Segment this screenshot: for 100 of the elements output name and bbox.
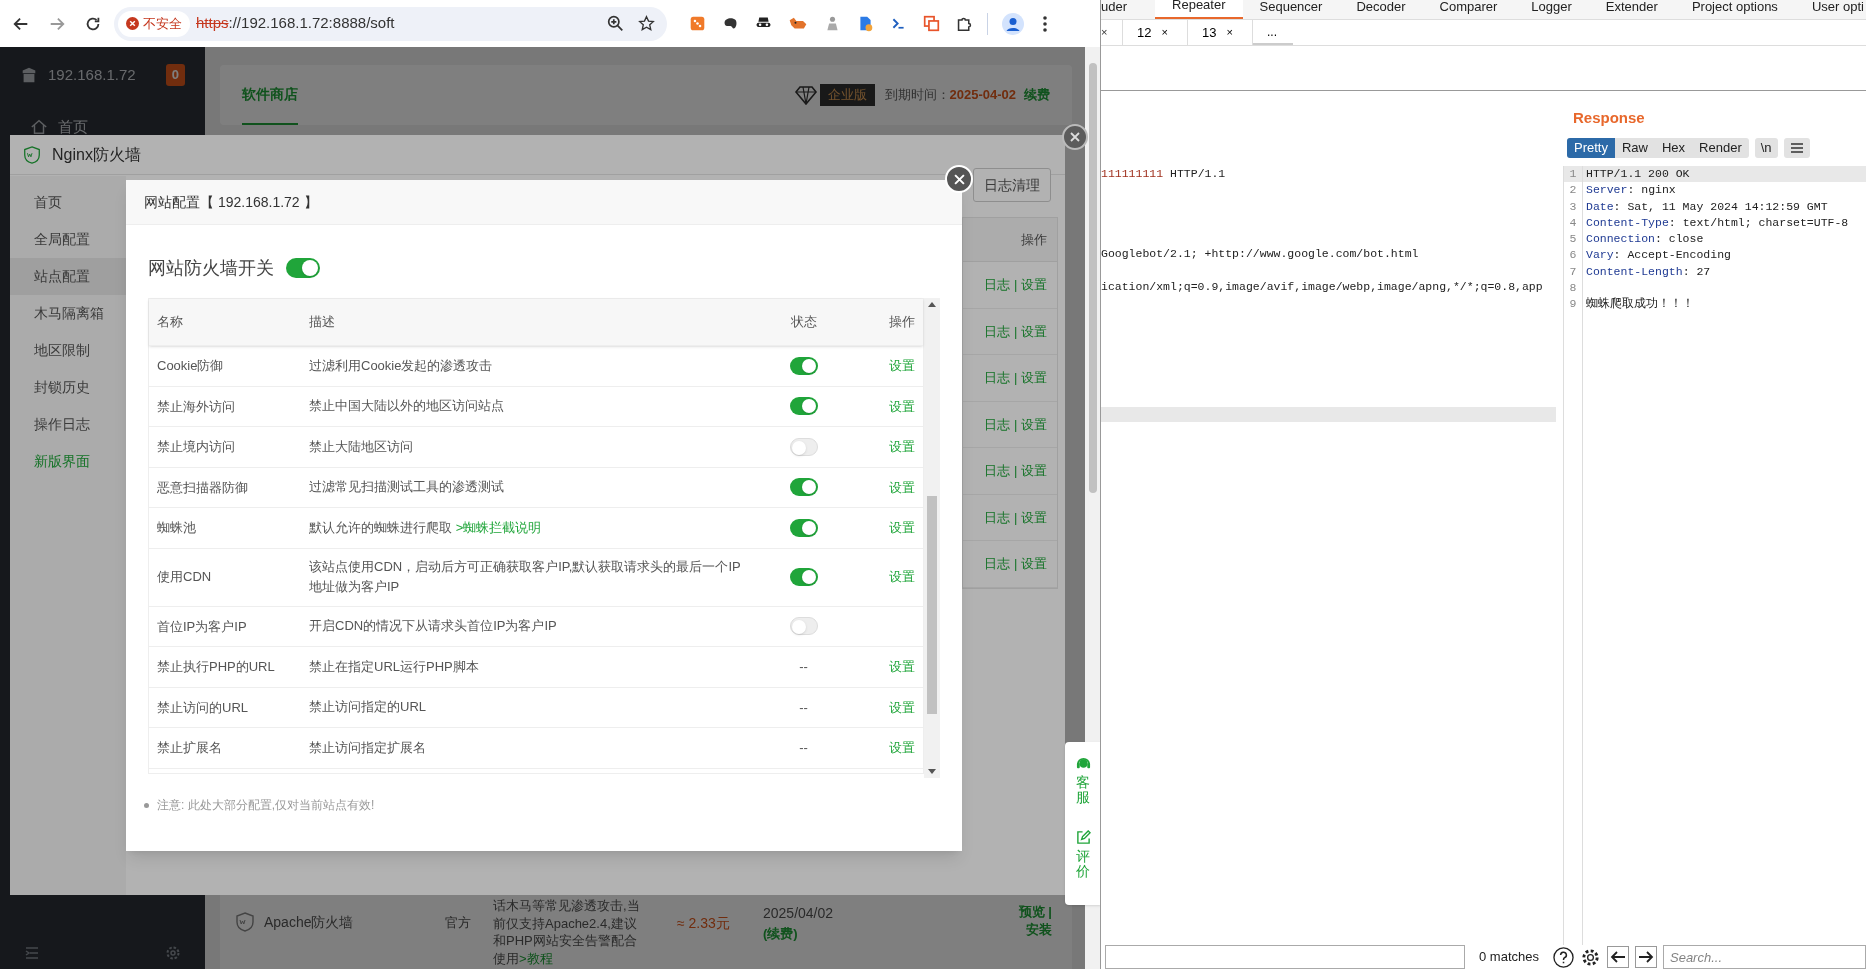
menu-item[interactable]: 全局配置	[10, 221, 126, 258]
edition-badge: 企业版	[819, 84, 875, 106]
toggle-switch[interactable]	[286, 258, 320, 278]
view-tab[interactable]: Render	[1692, 138, 1749, 158]
right-arrow-icon	[1638, 950, 1654, 964]
toggle-switch[interactable]	[789, 437, 818, 456]
tool-tab[interactable]: User opti	[1794, 0, 1866, 19]
plugin-expiry: 2025/04/02	[763, 904, 835, 923]
settings-icon[interactable]	[1580, 946, 1601, 968]
line-number: 5	[1568, 231, 1578, 248]
view-tab[interactable]: Pretty	[1567, 138, 1615, 158]
squares-icon[interactable]	[923, 15, 940, 32]
help-link[interactable]: >蜘蛛拦截说明	[455, 519, 542, 535]
newline-button[interactable]: \n	[1754, 138, 1778, 158]
row-actions[interactable]: 日志 | 设置	[984, 507, 1047, 527]
request-tab[interactable]: 13 ×	[1188, 20, 1253, 45]
toggle-switch[interactable]	[789, 617, 818, 636]
row-actions[interactable]: 日志 | 设置	[984, 368, 1047, 388]
menu-item[interactable]: 地区限制	[10, 332, 126, 369]
profile-avatar[interactable]	[1002, 12, 1024, 35]
settings-link[interactable]: 设置	[889, 569, 915, 585]
nav-item[interactable]: 首页	[58, 115, 88, 139]
clear-log-button[interactable]: 日志清理	[973, 168, 1051, 202]
star-icon[interactable]	[638, 15, 655, 32]
request-tab[interactable]: 12 ×	[1123, 20, 1188, 45]
expiry-label: 到期时间：	[884, 86, 950, 105]
tool-tab[interactable]: uder	[1101, 0, 1156, 19]
table-scrollbar[interactable]	[924, 298, 940, 778]
toggle-switch[interactable]	[789, 356, 818, 375]
toggle-switch[interactable]	[789, 478, 818, 497]
tool-tab[interactable]: Decoder	[1339, 0, 1423, 19]
row-actions[interactable]: 日志 | 设置	[984, 554, 1047, 574]
menu-item[interactable]: 封锁历史	[10, 369, 126, 406]
row-actions[interactable]: 日志 | 设置	[984, 275, 1047, 295]
cube-icon[interactable]	[689, 15, 706, 32]
code-line: Connection: close	[1585, 231, 1704, 248]
close-button[interactable]	[1062, 124, 1088, 150]
puzzle-icon[interactable]	[956, 15, 973, 32]
close-icon[interactable]: ×	[1226, 24, 1233, 41]
headset-icon[interactable]	[1075, 756, 1091, 771]
edit-icon[interactable]	[1075, 829, 1091, 845]
previous-button[interactable]	[1607, 946, 1629, 968]
next-button[interactable]	[1635, 946, 1657, 968]
row-actions[interactable]: 日志 | 设置	[984, 321, 1047, 341]
code-line: HTTP/1.1 200 OK	[1585, 166, 1690, 182]
settings-link[interactable]: 设置	[889, 520, 915, 535]
settings-link[interactable]: 设置	[889, 439, 915, 454]
rule-description: 禁止中国大陆以外的地区访问站点	[308, 397, 505, 416]
settings-link[interactable]: 设置	[889, 479, 915, 495]
view-tab[interactable]: Raw	[1614, 138, 1655, 158]
row-actions[interactable]: 日志 | 设置	[984, 461, 1047, 481]
tool-tab[interactable]: Project options	[1674, 0, 1795, 19]
widget-label[interactable]: 客服	[1076, 775, 1090, 806]
fox-icon[interactable]	[788, 15, 808, 32]
menu-item[interactable]: 新版界面	[10, 443, 126, 480]
settings-link[interactable]: 设置	[889, 740, 915, 755]
address-bar[interactable]: 不安全 https://192.168.1.72:8888/soft	[114, 6, 667, 41]
menu-item[interactable]: 操作日志	[10, 406, 126, 443]
rule-name: 禁止境内访问	[156, 438, 236, 456]
rule-description: 过滤利用Cookie发起的渗透攻击	[308, 356, 494, 375]
settings-link[interactable]: 设置	[889, 398, 915, 414]
line-number: 1	[1568, 166, 1578, 182]
rule-name: 恶意扫描器防御	[156, 478, 249, 497]
menu-button[interactable]	[1783, 138, 1810, 158]
left-arrow-icon	[1610, 950, 1626, 964]
widget-label[interactable]: 评价	[1076, 848, 1090, 880]
close-icon[interactable]: ×	[1101, 24, 1108, 41]
code-line: Googlebot/2.1; +http://www.google.com/bot.html	[1101, 246, 1420, 262]
menu-icon[interactable]	[1042, 14, 1048, 33]
toggle-switch[interactable]	[789, 568, 818, 586]
toggle-switch[interactable]	[789, 518, 818, 537]
tool-tab[interactable]: Logger	[1514, 0, 1589, 19]
security-chip[interactable]: 不安全	[118, 10, 190, 37]
status-text: --	[799, 658, 808, 676]
tool-tab[interactable]: Repeater	[1155, 0, 1243, 19]
close-icon[interactable]: ×	[1161, 24, 1168, 41]
settings-link[interactable]: 设置	[889, 659, 915, 674]
more-tabs[interactable]: ...	[1253, 20, 1293, 45]
status-text: --	[799, 698, 808, 717]
row-actions[interactable]: 日志 | 设置	[984, 414, 1047, 434]
settings-link[interactable]: 设置	[889, 699, 915, 715]
menu-item[interactable]: 木马隔离箱	[10, 295, 126, 332]
settings-link[interactable]: 设置	[889, 358, 915, 373]
tool-tab[interactable]: Extender	[1588, 0, 1675, 19]
help-icon[interactable]	[1553, 946, 1574, 968]
tool-tab[interactable]: Comparer	[1422, 0, 1515, 19]
tool-tab[interactable]: Sequencer	[1242, 0, 1340, 19]
menu-item[interactable]: 首页	[10, 184, 126, 221]
rule-description: 开启CDN的情况下从请求头首位IP为客户IP	[308, 617, 558, 636]
zoom-icon[interactable]	[607, 15, 624, 32]
search-field[interactable]: Search...	[1663, 945, 1866, 969]
search-field[interactable]	[1105, 945, 1465, 969]
match-count: 0 matches	[1478, 948, 1540, 967]
view-tab[interactable]: Hex	[1655, 138, 1693, 158]
code-line: Content-Type: text/html; charset=UTF-8	[1585, 214, 1849, 231]
document-icon[interactable]	[857, 15, 874, 32]
diamond-icon	[793, 85, 818, 105]
toggle-switch[interactable]	[789, 397, 818, 416]
menu-item[interactable]: 站点配置	[10, 258, 126, 295]
bullet-icon	[144, 802, 149, 808]
